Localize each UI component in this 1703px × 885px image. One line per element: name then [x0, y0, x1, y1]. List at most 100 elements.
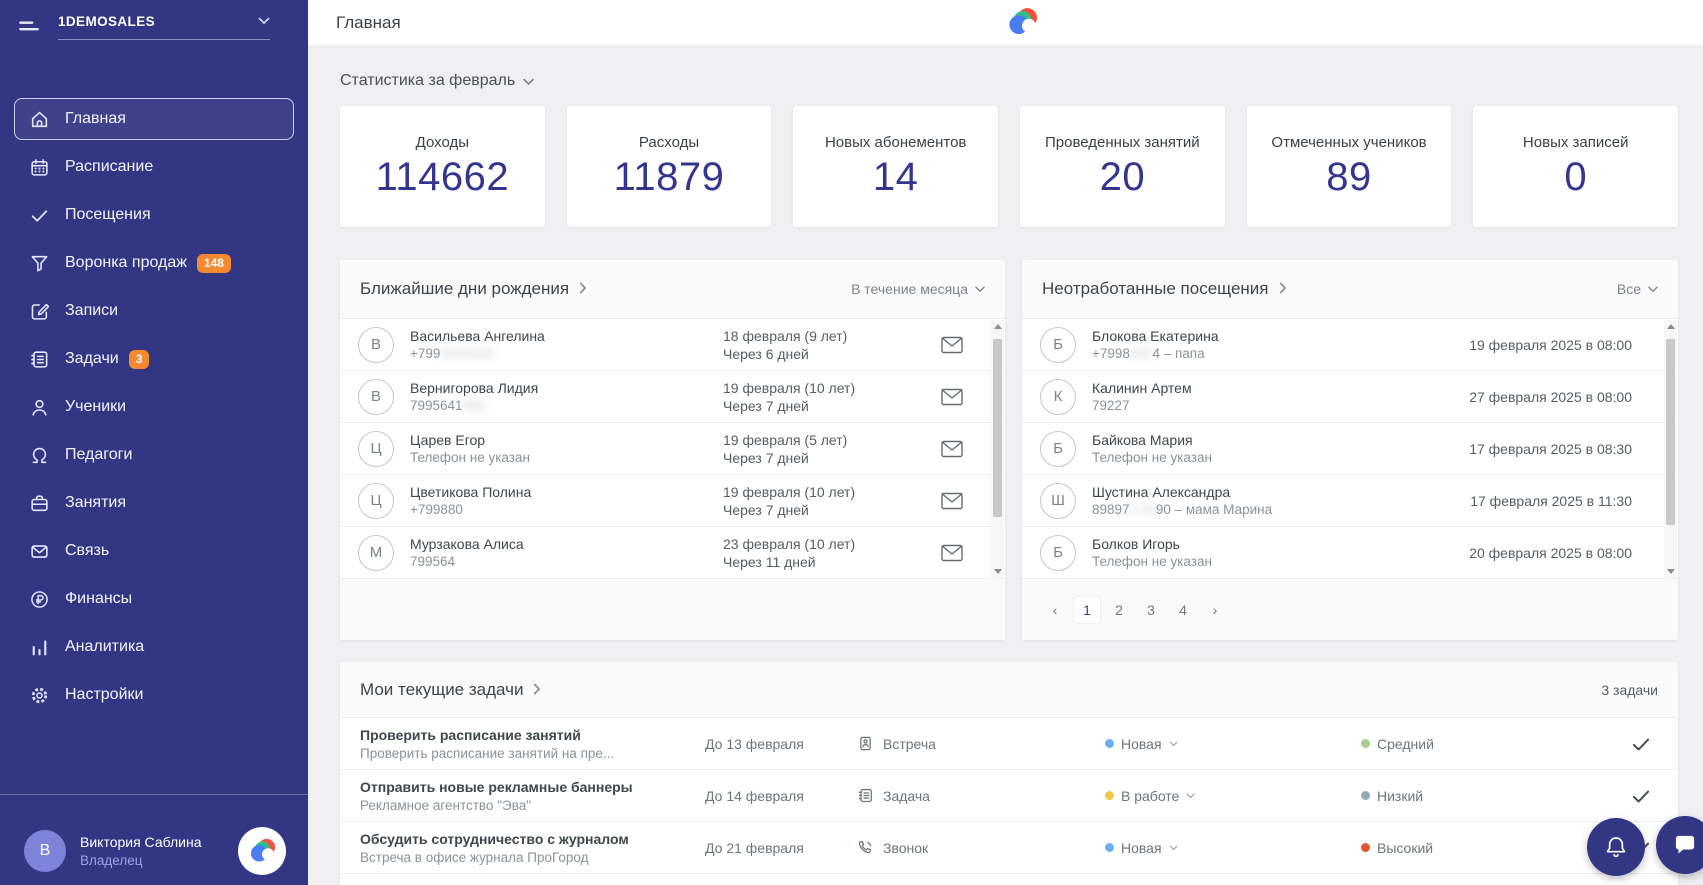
task-row[interactable]: Обсудить сотрудничество с журналом Встре…	[340, 822, 1678, 874]
sidebar-item-tasks[interactable]: Задачи 3	[14, 338, 294, 380]
pagination-page-4[interactable]: 4	[1170, 597, 1196, 623]
send-mail-icon[interactable]	[929, 492, 975, 510]
pagination-page-1[interactable]: 1	[1074, 596, 1100, 623]
stats-period-dropdown[interactable]: Статистика за февраль	[340, 71, 1703, 91]
stat-card-income: Доходы 114662	[340, 106, 545, 227]
chevron-right-icon	[533, 682, 541, 700]
stat-label: Доходы	[415, 133, 470, 151]
user-avatar[interactable]: В	[24, 830, 66, 872]
task-title: Обсудить сотрудничество с журналом	[360, 830, 629, 847]
scrollbar[interactable]	[991, 320, 1004, 578]
stat-card-marked-students: Отмеченных учеников 89	[1246, 106, 1452, 227]
scroll-down-button[interactable]	[991, 565, 1004, 578]
visits-title-link[interactable]: Неотработанные посещения	[1042, 279, 1287, 299]
pagination-next[interactable]: ›	[1202, 597, 1228, 623]
stats-title: Статистика за февраль	[340, 72, 516, 89]
sidebar-item-communication[interactable]: Связь	[14, 530, 294, 572]
visit-row[interactable]: Б Болков Игорь Телефон не указан 20 февр…	[1022, 527, 1678, 579]
sidebar-item-label: Ученики	[65, 398, 127, 415]
complete-task-icon[interactable]	[1630, 733, 1652, 755]
client-name: Калинин Артем	[1092, 380, 1192, 396]
complete-task-icon[interactable]	[1630, 785, 1652, 807]
send-mail-icon[interactable]	[929, 336, 975, 354]
notifications-button[interactable]	[1587, 818, 1645, 876]
sidebar-item-students[interactable]: Ученики	[14, 386, 294, 428]
organization-name: 1DEMOSALES	[58, 13, 156, 29]
visit-datetime: 17 февраля 2025 в 08:30	[1469, 440, 1632, 457]
sidebar-item-label: Настройки	[65, 686, 144, 703]
avatar: В	[358, 326, 394, 363]
funnel-count-badge: 148	[196, 253, 231, 273]
scrollbar-thumb[interactable]	[993, 339, 1002, 517]
sidebar-item-settings[interactable]: Настройки	[14, 674, 294, 716]
sidebar-item-analytics[interactable]: Аналитика	[14, 626, 294, 668]
sidebar-item-teachers[interactable]: Педагоги	[14, 434, 294, 476]
briefcase-icon	[28, 492, 50, 514]
visit-row[interactable]: К Калинин Артем 79227 27 февраля 2025 в …	[1022, 371, 1678, 423]
scrollbar-track[interactable]	[991, 333, 1004, 565]
bar-chart-icon	[28, 636, 50, 658]
task-status: В работе	[1121, 787, 1180, 804]
call-icon	[857, 839, 874, 856]
sidebar-item-lessons[interactable]: Занятия	[14, 482, 294, 524]
birthdays-period-filter[interactable]: В течение месяца	[851, 281, 985, 297]
task-status-dropdown[interactable]: Новая	[1105, 736, 1361, 752]
birthday-row[interactable]: Ц Царев Егор Телефон не указан 19 феврал…	[340, 423, 1005, 475]
gear-icon	[28, 684, 50, 706]
scroll-up-button[interactable]	[991, 320, 1004, 333]
birthdays-title-link[interactable]: Ближайшие дни рождения	[360, 279, 587, 299]
user-info[interactable]: Виктория Саблина Владелец	[80, 834, 238, 868]
chevron-down-icon	[1169, 741, 1178, 746]
pagination-page-3[interactable]: 3	[1138, 597, 1164, 623]
priority-dot	[1361, 739, 1370, 748]
birthday-row[interactable]: М Мурзакова Алиса 799564 23 февраля (10 …	[340, 527, 1005, 579]
sidebar-item-label: Аналитика	[65, 638, 145, 655]
send-mail-icon[interactable]	[929, 388, 975, 406]
stat-label: Новых записей	[1522, 133, 1629, 151]
task-row[interactable]: Отправить новые рекламные баннеры Реклам…	[340, 770, 1678, 822]
birthday-row[interactable]: В Васильева Ангелина +7990000000 18 февр…	[340, 319, 1005, 371]
avatar: Ш	[1040, 482, 1076, 519]
sidebar-item-visits[interactable]: Посещения	[14, 194, 294, 236]
birthday-date: 23 февраля (10 лет)	[723, 535, 856, 552]
scroll-down-button[interactable]	[1664, 565, 1677, 578]
sidebar-item-sales-funnel[interactable]: Воронка продаж 148	[14, 242, 294, 284]
visits-title: Неотработанные посещения	[1042, 279, 1269, 298]
scrollbar-thumb[interactable]	[1666, 339, 1675, 525]
sidebar-item-label: Воронка продаж	[65, 254, 187, 271]
client-name: Царев Егор	[410, 432, 486, 448]
scroll-up-button[interactable]	[1664, 320, 1677, 333]
task-status-dropdown[interactable]: Новая	[1105, 840, 1361, 856]
crm-dashboard: 1DEMOSALES Главная Расписание Посещения	[0, 0, 1703, 885]
sidebar-item-schedule[interactable]: Расписание	[14, 146, 294, 188]
visit-row[interactable]: Б Блокова Екатерина +79980004 – папа 19 …	[1022, 319, 1678, 371]
sidebar-item-finance[interactable]: Финансы	[14, 578, 294, 620]
client-name: Байкова Мария	[1092, 432, 1193, 448]
birthday-row[interactable]: В Вернигорова Лидия 7995641000 19 феврал…	[340, 371, 1005, 423]
stat-value: 114662	[375, 154, 510, 199]
visit-row[interactable]: Ш Шустина Александра 898970 1090 – мама …	[1022, 475, 1678, 527]
organization-selector[interactable]: 1DEMOSALES	[58, 12, 270, 40]
sidebar-item-records[interactable]: Записи	[14, 290, 294, 332]
task-due-date: До 13 февраля	[705, 735, 804, 752]
task-status: Новая	[1121, 735, 1162, 752]
tasks-title-link[interactable]: Мои текущие задачи	[360, 680, 541, 700]
pagination-prev[interactable]: ‹	[1042, 597, 1068, 623]
user-role: Владелец	[80, 853, 143, 868]
send-mail-icon[interactable]	[929, 544, 975, 562]
birthday-row[interactable]: Ц Цветикова Полина +799880 19 февраля (1…	[340, 475, 1005, 527]
task-status-dropdown[interactable]: В работе	[1105, 788, 1361, 804]
sidebar-item-home[interactable]: Главная	[14, 98, 294, 140]
send-mail-icon[interactable]	[929, 440, 975, 458]
pagination-page-2[interactable]: 2	[1106, 597, 1132, 623]
client-name: Шустина Александра	[1092, 484, 1231, 500]
stat-cards: Доходы 114662 Расходы 11879 Новых абонем…	[340, 106, 1679, 227]
task-row[interactable]: Проверить расписание занятий Проверить р…	[340, 718, 1678, 770]
menu-toggle-icon[interactable]	[16, 14, 42, 40]
scrollbar[interactable]	[1664, 320, 1677, 578]
avatar: Ц	[358, 482, 394, 519]
scrollbar-track[interactable]	[1664, 333, 1677, 565]
visits-filter[interactable]: Все	[1617, 281, 1658, 297]
client-name: Цветикова Полина	[410, 484, 532, 500]
visit-row[interactable]: Б Байкова Мария Телефон не указан 17 фев…	[1022, 423, 1678, 475]
